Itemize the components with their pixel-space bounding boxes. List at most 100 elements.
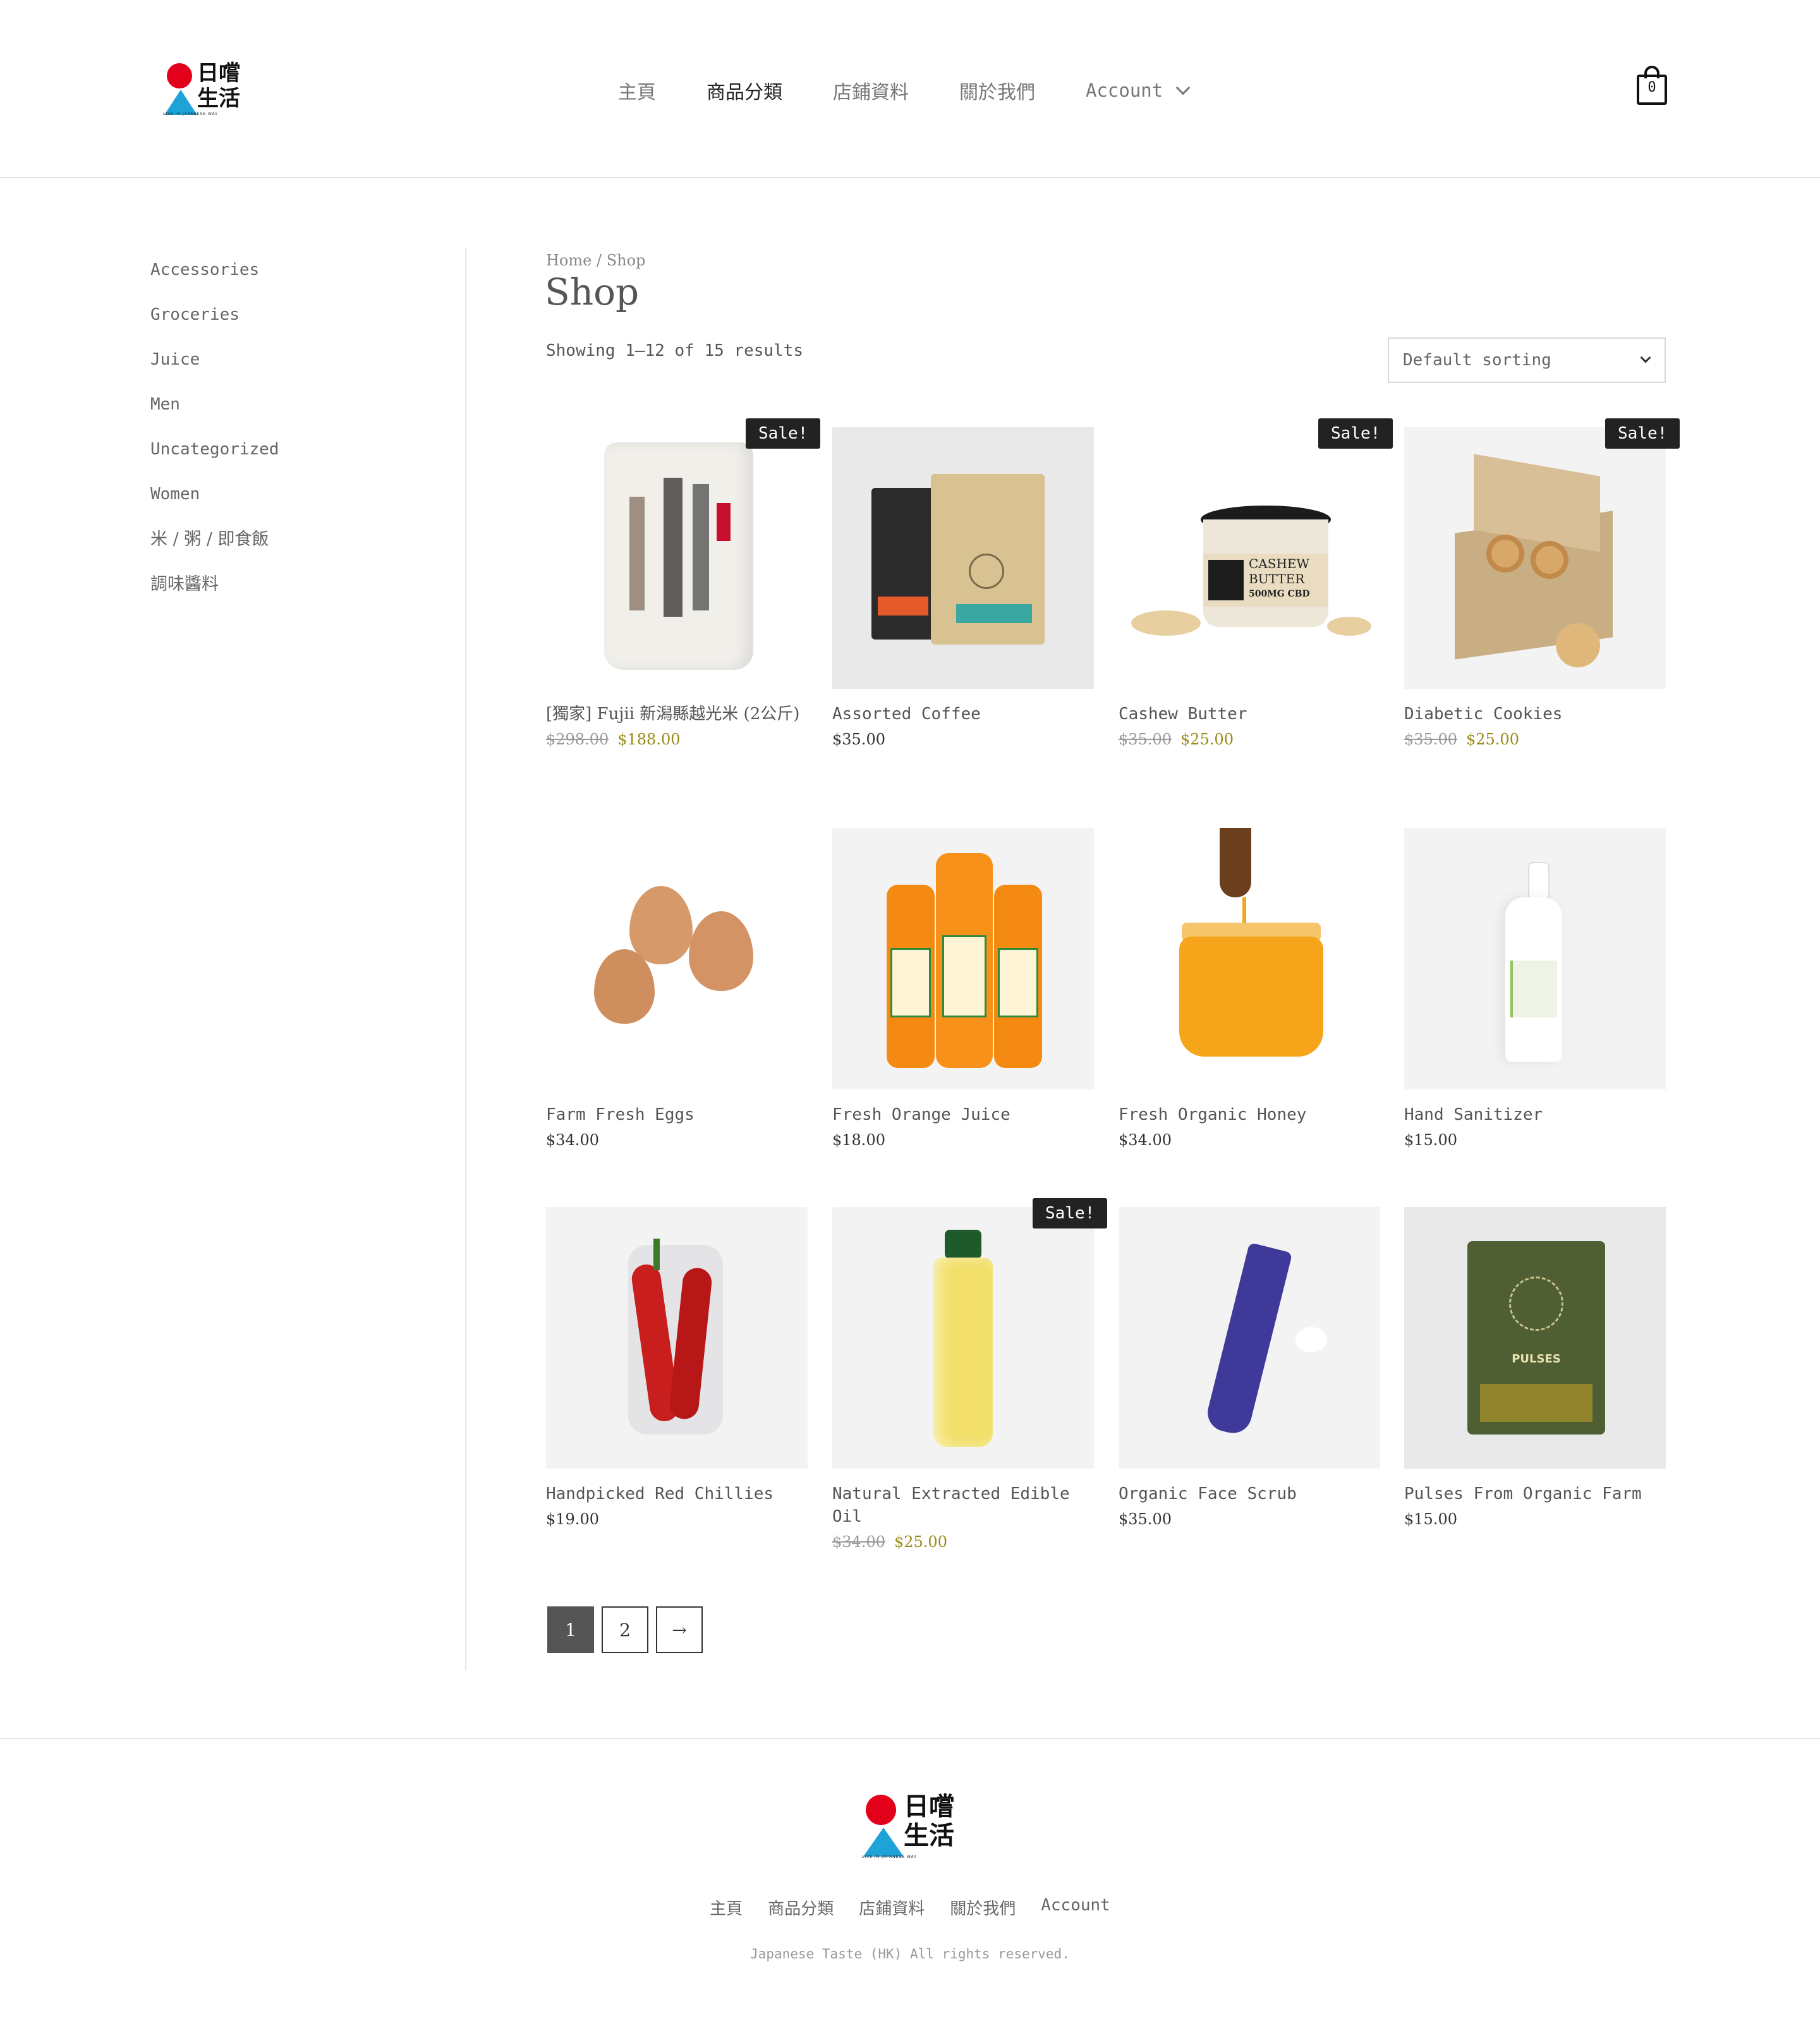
- product-card[interactable]: [獨家] Fujii 新潟縣越光米 (2公斤) $298.00 $188.00: [546, 427, 808, 748]
- sort-select[interactable]: Default sorting: [1388, 337, 1666, 383]
- sidebar-item-accessories[interactable]: Accessories: [150, 248, 465, 293]
- product-price: $19.00: [546, 1510, 599, 1528]
- coffee-bag-band: [956, 604, 1032, 623]
- product-card[interactable]: Farm Fresh Eggs $34.00: [546, 828, 808, 1149]
- product-image-face-scrub[interactable]: [1119, 1207, 1380, 1469]
- footer-nav: 主頁 商品分類 店鋪資料 關於我們 Account: [0, 1896, 1820, 1919]
- logo-kanji-top: 日嚐: [197, 61, 240, 86]
- logo-text: 日嚐 生活: [904, 1792, 954, 1850]
- site-footer: [0, 1738, 1820, 2026]
- footer-logo[interactable]: 日嚐 生活 LIVE IN JAPANESE WAY: [862, 1792, 957, 1859]
- oil-cap-shape: [945, 1230, 981, 1259]
- sanitizer-label: [1510, 961, 1557, 1017]
- copyright-text: Japanese Taste (HK) All rights reserved.: [750, 1946, 1070, 1962]
- cookie-shape: [1486, 535, 1524, 573]
- product-card[interactable]: CASHEW BUTTER 500MG CBD Cashew Butter $3…: [1119, 427, 1380, 748]
- page-2-button[interactable]: 2: [602, 1606, 648, 1653]
- cookie-shape: [1531, 541, 1568, 579]
- cashew-nuts: [1131, 610, 1201, 636]
- logo-tagline: LIVE IN JAPANESE WAY: [862, 1855, 917, 1859]
- nav-item-store-info[interactable]: 店鋪資料: [833, 76, 909, 104]
- sale-price: $25.00: [1180, 731, 1234, 748]
- breadcrumb-separator: /: [592, 252, 607, 269]
- product-card[interactable]: PULSES Pulses From Organic Farm $15.00: [1404, 1207, 1666, 1528]
- footer-nav-home[interactable]: 主頁: [710, 1896, 743, 1919]
- product-title[interactable]: Natural Extracted Edible Oil: [832, 1483, 1094, 1528]
- sidebar-item-women[interactable]: Women: [150, 472, 465, 517]
- product-card[interactable]: Natural Extracted Edible Oil $34.00 $25.0…: [832, 1207, 1094, 1551]
- honey-dipper-shape: [1220, 828, 1251, 897]
- sale-price: $188.00: [617, 731, 681, 748]
- product-title[interactable]: Farm Fresh Eggs: [546, 1103, 808, 1126]
- sidebar-item-rice[interactable]: 米 / 粥 / 即食飯: [150, 517, 465, 562]
- sidebar-item-men[interactable]: Men: [150, 382, 465, 427]
- sale-price: $25.00: [1465, 731, 1519, 748]
- product-card[interactable]: Fresh Orange Juice $18.00: [832, 828, 1094, 1149]
- footer-nav-account[interactable]: Account: [1041, 1896, 1110, 1919]
- sidebar-item-juice[interactable]: Juice: [150, 337, 465, 382]
- chevron-down-icon: [1640, 352, 1651, 363]
- product-title[interactable]: Diabetic Cookies: [1404, 703, 1666, 725]
- product-card[interactable]: Hand Sanitizer $15.00: [1404, 828, 1666, 1149]
- nav-item-home[interactable]: 主頁: [618, 76, 656, 104]
- product-title[interactable]: Fresh Orange Juice: [832, 1103, 1094, 1126]
- product-image-honey[interactable]: [1119, 828, 1380, 1089]
- product-image-cashew-butter[interactable]: CASHEW BUTTER 500MG CBD: [1119, 427, 1380, 689]
- product-title[interactable]: Pulses From Organic Farm: [1404, 1483, 1666, 1505]
- product-image-orange-juice[interactable]: [832, 828, 1094, 1089]
- nav-item-about[interactable]: 關於我們: [959, 76, 1035, 104]
- product-title[interactable]: Assorted Coffee: [832, 703, 1094, 725]
- product-price: $298.00 $188.00: [546, 731, 808, 748]
- site-logo[interactable]: 日嚐 生活 LIVE IN JAPANESE WAY: [163, 61, 241, 116]
- main-nav: 主頁 商品分類 店鋪資料 關於我們 Account: [618, 75, 1191, 106]
- product-title[interactable]: Organic Face Scrub: [1119, 1483, 1380, 1505]
- product-card[interactable]: Organic Face Scrub $35.00: [1119, 1207, 1380, 1528]
- rice-bag-seal: [717, 503, 731, 541]
- logo-kanji-bottom: 生活: [904, 1821, 954, 1850]
- site-header: 日嚐 生活 LIVE IN JAPANESE WAY 主頁 商品分類 店鋪資料 …: [0, 0, 1820, 178]
- product-price: $15.00: [1404, 1131, 1457, 1149]
- nav-item-categories[interactable]: 商品分類: [707, 76, 782, 104]
- product-title[interactable]: Handpicked Red Chillies: [546, 1483, 808, 1505]
- product-price: $18.00: [832, 1131, 885, 1149]
- product-price: $15.00: [1404, 1510, 1457, 1528]
- product-card[interactable]: Assorted Coffee $35.00: [832, 427, 1094, 748]
- footer-nav-store-info[interactable]: 店鋪資料: [859, 1896, 925, 1919]
- oil-bottle-shape: [933, 1258, 993, 1447]
- product-image-rice[interactable]: [546, 427, 808, 689]
- product-card[interactable]: Fresh Organic Honey $34.00: [1119, 828, 1380, 1149]
- product-price: $35.00 $25.00: [1404, 731, 1666, 748]
- product-title[interactable]: Fresh Organic Honey: [1119, 1103, 1380, 1126]
- page-1-button[interactable]: 1: [547, 1606, 594, 1653]
- next-page-button[interactable]: →: [656, 1606, 703, 1653]
- product-image-coffee[interactable]: [832, 427, 1094, 689]
- jar-brand-mark: [1208, 560, 1244, 600]
- sidebar-item-groceries[interactable]: Groceries: [150, 293, 465, 337]
- jar-label: CASHEW BUTTER 500MG CBD: [1203, 554, 1328, 607]
- product-image-eggs[interactable]: [546, 828, 808, 1089]
- sidebar-item-uncategorized[interactable]: Uncategorized: [150, 427, 465, 472]
- product-image-pulses[interactable]: PULSES: [1404, 1207, 1666, 1469]
- product-image-chillies[interactable]: [546, 1207, 808, 1469]
- product-title[interactable]: Hand Sanitizer: [1404, 1103, 1666, 1126]
- logo-mountain-icon: [164, 90, 197, 115]
- product-title[interactable]: Cashew Butter: [1119, 703, 1380, 725]
- product-card[interactable]: Diabetic Cookies $35.00 $25.00: [1404, 427, 1666, 748]
- footer-nav-categories[interactable]: 商品分類: [768, 1896, 834, 1919]
- product-card[interactable]: Handpicked Red Chillies $19.00: [546, 1207, 808, 1528]
- logo-text: 日嚐 生活: [197, 61, 240, 111]
- product-title[interactable]: [獨家] Fujii 新潟縣越光米 (2公斤): [546, 703, 808, 725]
- breadcrumb-home-link[interactable]: Home: [546, 252, 592, 269]
- nav-item-account[interactable]: Account: [1086, 80, 1191, 101]
- chilli-stem: [653, 1239, 660, 1270]
- pagination: 1 2 →: [547, 1606, 710, 1653]
- juice-bottle-label: [998, 948, 1038, 1017]
- footer-nav-about[interactable]: 關於我們: [950, 1896, 1016, 1919]
- product-image-oil[interactable]: [832, 1207, 1094, 1469]
- pulses-bag-band: [1480, 1384, 1592, 1422]
- sale-badge: Sale!: [1605, 418, 1680, 449]
- product-image-sanitizer[interactable]: [1404, 828, 1666, 1089]
- product-image-cookies[interactable]: [1404, 427, 1666, 689]
- cart-button[interactable]: 0: [1635, 66, 1668, 106]
- sidebar-item-sauces[interactable]: 調味醬料: [150, 562, 465, 607]
